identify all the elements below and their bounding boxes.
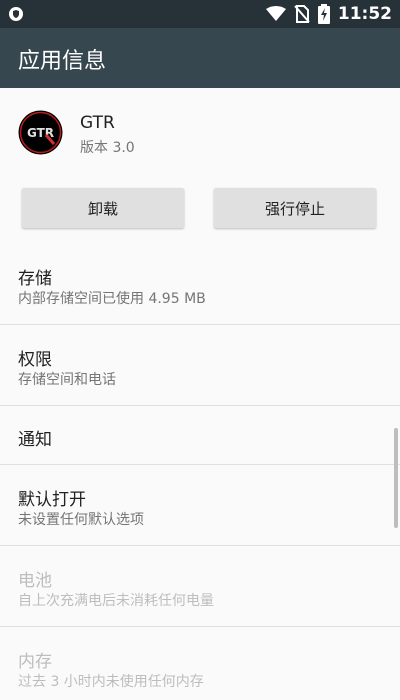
app-info-content: GTR GTR 版本 3.0 卸载 强行停止 存储 内部存储空间已使用 4.95…: [0, 88, 400, 700]
app-bar: 应用信息: [0, 28, 400, 88]
status-bar: 11:52: [0, 0, 400, 28]
app-name: GTR: [80, 113, 115, 133]
shield-icon: [9, 7, 23, 21]
permissions-title: 权限: [18, 350, 52, 370]
wifi-icon: [265, 6, 286, 21]
battery-charging-icon: [317, 4, 330, 24]
battery-summary: 自上次充满电后未消耗任何电量: [18, 593, 214, 609]
no-sim-icon: [294, 5, 310, 23]
open-by-default-item[interactable]: 默认打开 未设置任何默认选项: [0, 465, 400, 546]
memory-item: 内存 过去 3 小时内未使用任何内存: [0, 627, 400, 700]
force-stop-button[interactable]: 强行停止: [214, 188, 376, 228]
permissions-item[interactable]: 权限 存储空间和电话: [0, 325, 400, 406]
storage-title: 存储: [18, 269, 52, 289]
storage-item[interactable]: 存储 内部存储空间已使用 4.95 MB: [0, 244, 400, 325]
app-header: GTR GTR 版本 3.0: [0, 88, 400, 180]
permissions-summary: 存储空间和电话: [18, 372, 116, 388]
memory-summary: 过去 3 小时内未使用任何内存: [18, 674, 204, 690]
notifications-title: 通知: [18, 430, 52, 450]
battery-item: 电池 自上次充满电后未消耗任何电量: [0, 546, 400, 627]
storage-summary: 内部存储空间已使用 4.95 MB: [18, 291, 206, 307]
page-title: 应用信息: [18, 49, 107, 74]
notifications-item[interactable]: 通知: [0, 406, 400, 465]
battery-title: 电池: [18, 571, 52, 591]
open-by-default-summary: 未设置任何默认选项: [18, 512, 144, 528]
scrollbar[interactable]: [394, 428, 398, 528]
app-version: 版本 3.0: [80, 140, 135, 156]
memory-title: 内存: [18, 652, 52, 672]
uninstall-button[interactable]: 卸载: [22, 188, 184, 228]
app-icon: GTR: [18, 110, 63, 155]
status-time: 11:52: [337, 4, 392, 24]
open-by-default-title: 默认打开: [18, 490, 86, 510]
